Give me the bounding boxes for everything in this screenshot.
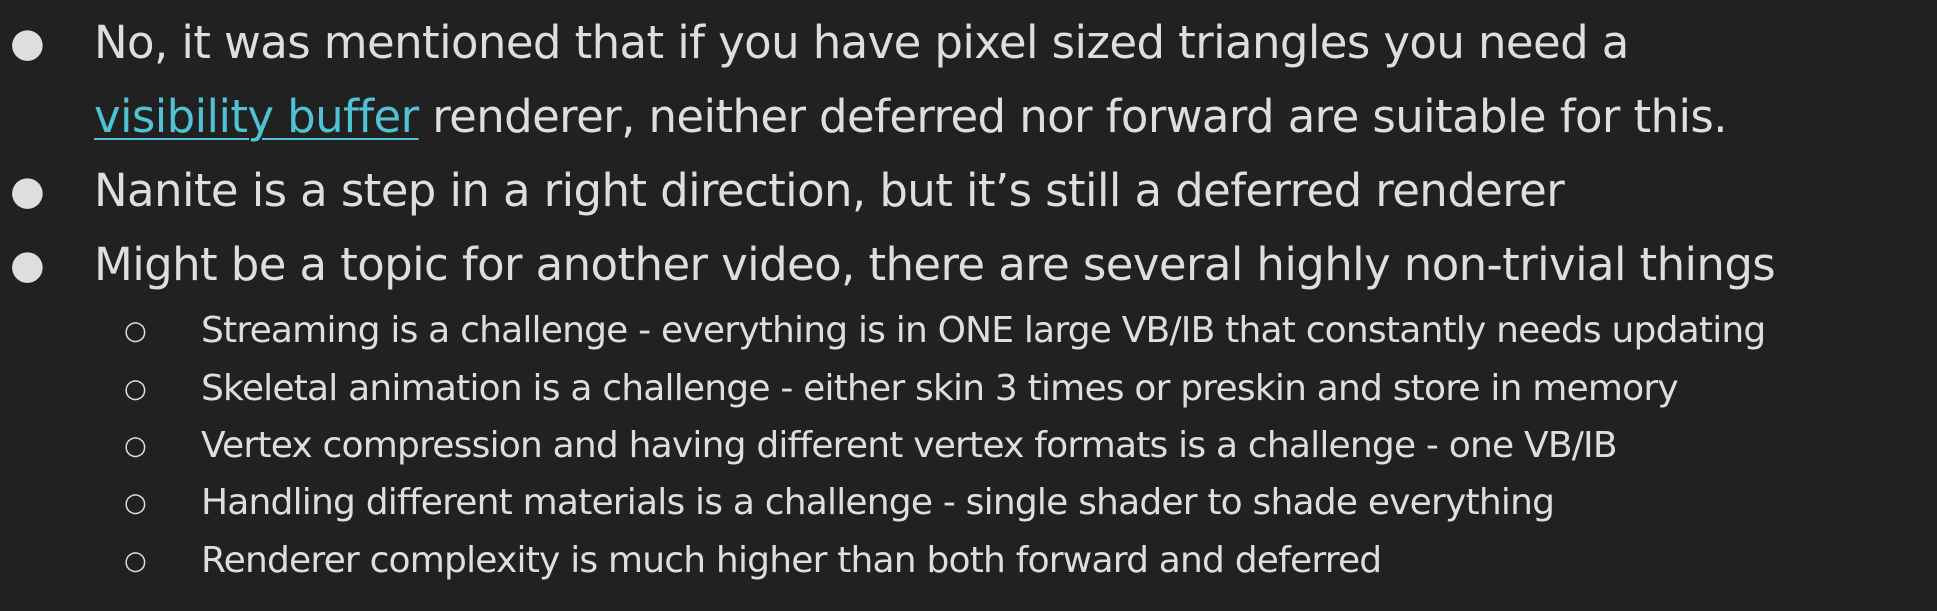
sub-bullet-marker: ○ bbox=[124, 431, 147, 461]
sub-bullet-marker: ○ bbox=[124, 316, 147, 346]
bullet-marker: ● bbox=[10, 242, 45, 288]
sub-bullet-text: Streaming is a challenge - everything is… bbox=[201, 310, 1766, 351]
slide: ● No, it was mentioned that if you have … bbox=[0, 0, 1937, 611]
bullet-marker: ● bbox=[10, 20, 45, 66]
bullet-text-after-link: renderer, neither deferred nor forward a… bbox=[418, 90, 1727, 143]
sub-bullet-text: Renderer complexity is much higher than … bbox=[201, 540, 1382, 581]
sub-bullet-text: Handling different materials is a challe… bbox=[201, 482, 1555, 523]
sub-bullet-text: Vertex compression and having different … bbox=[201, 425, 1618, 466]
sub-bullet-text: Skeletal animation is a challenge - eith… bbox=[201, 368, 1679, 409]
bullet-text: Might be a topic for another video, ther… bbox=[94, 238, 1776, 291]
bullet-marker: ● bbox=[10, 168, 45, 214]
sub-bullet-marker: ○ bbox=[124, 488, 147, 518]
bullet-text-continuation: visibility buffer renderer, neither defe… bbox=[94, 80, 1728, 154]
sub-bullet-marker: ○ bbox=[124, 374, 147, 404]
visibility-buffer-link[interactable]: visibility buffer bbox=[94, 90, 419, 143]
bullet-text: Nanite is a step in a right direction, b… bbox=[94, 164, 1565, 217]
sub-bullet-marker: ○ bbox=[124, 546, 147, 576]
bullet-text: No, it was mentioned that if you have pi… bbox=[94, 16, 1629, 69]
